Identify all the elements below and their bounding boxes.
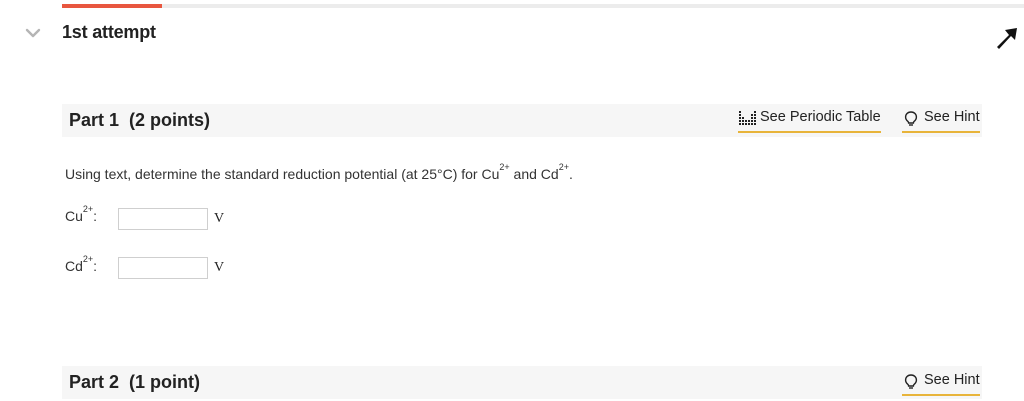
see-hint-link[interactable]: See Hint: [902, 372, 980, 396]
see-hint-label: See Hint: [924, 372, 980, 388]
part-2-title: Part 2 (1 point): [69, 372, 200, 393]
pin-icon[interactable]: [994, 24, 1024, 50]
see-hint-link[interactable]: See Hint: [902, 109, 980, 133]
part-points: (2 points): [129, 110, 211, 130]
periodic-table-icon: [739, 111, 756, 125]
part-points: (1 point): [129, 372, 201, 392]
see-periodic-table-label: See Periodic Table: [760, 109, 881, 125]
part-1-title: Part 1 (2 points): [69, 110, 210, 131]
question-text: Using text, determine the standard reduc…: [65, 162, 573, 182]
progress-track: [62, 4, 1024, 8]
see-hint-label: See Hint: [924, 109, 980, 125]
charge-superscript: 2+: [558, 162, 569, 172]
unit-label: V: [214, 211, 225, 226]
attempt-title: 1st attempt: [62, 22, 156, 42]
cu-potential-input[interactable]: [118, 208, 208, 230]
unit-label: V: [214, 260, 225, 275]
see-periodic-table-link[interactable]: See Periodic Table: [738, 109, 881, 133]
part-2-header: Part 2 (1 point) See Hint: [62, 366, 982, 399]
charge-superscript: 2+: [499, 162, 510, 172]
lightbulb-icon: [904, 374, 918, 389]
answer-label-cd: Cd2+:: [65, 254, 98, 274]
chevron-down-icon[interactable]: [25, 26, 41, 40]
lightbulb-icon: [904, 111, 918, 126]
part-1-header: Part 1 (2 points) See Periodic Table See…: [62, 104, 982, 137]
part-label: Part 1: [69, 110, 120, 130]
part-label: Part 2: [69, 372, 120, 392]
answer-label-cu: Cu2+:: [65, 204, 98, 224]
progress-accent: [62, 4, 162, 8]
cd-potential-input[interactable]: [118, 257, 208, 279]
assignment-page: 1st attempt Part 1 (2 points) See Period…: [0, 0, 1024, 401]
